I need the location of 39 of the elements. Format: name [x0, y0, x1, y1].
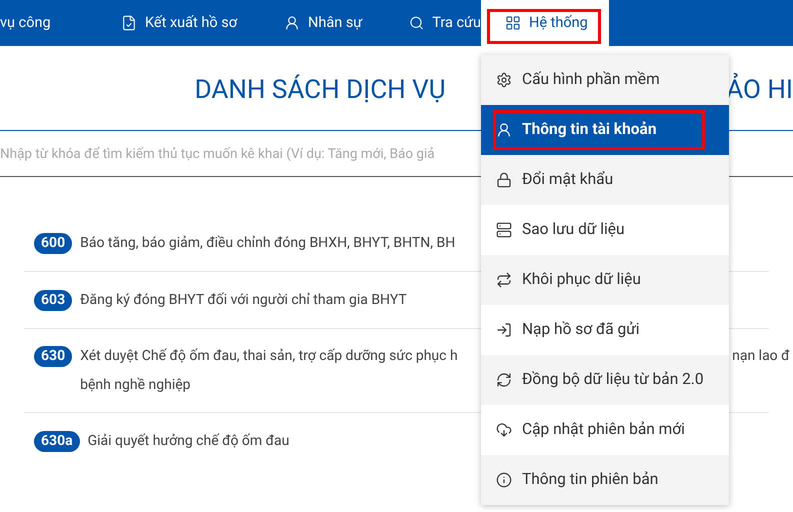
code-badge: 630: [34, 346, 72, 367]
nav-tab[interactable]: Hệ thống: [481, 0, 609, 46]
search-icon: [409, 15, 424, 31]
code-badge: 600: [34, 232, 72, 254]
user-icon: [496, 122, 512, 138]
info-icon: [496, 472, 512, 488]
nav-tab[interactable]: Tra cứu: [385, 0, 481, 46]
nav-tab[interactable]: Nhân sự: [260, 0, 385, 46]
service-title[interactable]: bệnh nghề nghiệp: [80, 375, 191, 396]
lock-icon: [496, 172, 512, 188]
refresh-icon: [496, 372, 512, 388]
login-icon: [496, 322, 512, 338]
repeat-icon: [496, 272, 512, 288]
service-title[interactable]: Báo tăng, báo giảm, điều chỉnh đóng BHXH, BHYT, BHTN, BH: [80, 232, 470, 254]
user-icon: [284, 15, 300, 31]
server-icon: [496, 222, 512, 238]
service-title[interactable]: Giải quyết hưởng chế độ ốm đau: [88, 431, 478, 452]
search-field[interactable]: Nhập từ khóa để tìm kiếm thủ tục muốn kê khai (Ví dụ: Tăng mới, Báo giả: [0, 131, 481, 176]
menu-item[interactable]: Cấu hình phần mềm: [481, 55, 729, 105]
settings-icon: [496, 72, 512, 88]
menu-item[interactable]: Nạp hồ sơ đã gửi: [481, 305, 729, 355]
menu-item[interactable]: Thông tin phiên bản: [481, 455, 729, 505]
grid-icon: [505, 15, 521, 31]
menu-item[interactable]: Khôi phục dữ liệu: [481, 255, 729, 305]
menu-item[interactable]: Đồng bộ dữ liệu từ bản 2.0: [481, 355, 729, 405]
service-title[interactable]: Xét duyệt Chế độ ốm đau, thai sản, trợ cấp dưỡng sức phục h: [80, 346, 470, 367]
cloud-download-icon: [496, 422, 512, 438]
code-badge: 603: [34, 290, 72, 310]
menu-item[interactable]: Cập nhật phiên bản mới: [481, 405, 729, 455]
page-title: DANH SÁCH DỊCH VỤ: [194, 74, 446, 107]
menu-item[interactable]: Đổi mật khẩu: [481, 155, 729, 205]
service-title[interactable]: Đăng ký đóng BHYT đối với người chỉ tham gia BHYT: [80, 290, 470, 310]
code-badge: 630a: [34, 431, 80, 452]
nav-tab[interactable]: Kết xuất hồ sơ: [97, 0, 260, 46]
menu-item[interactable]: Thông tin tài khoản: [481, 105, 729, 155]
document-check-icon: [121, 15, 137, 31]
menu-item[interactable]: Sao lưu dữ liệu: [481, 205, 729, 255]
nav-tab[interactable]: vụ công: [0, 0, 97, 46]
service-title[interactable]: nạn lao đ: [732, 346, 790, 367]
